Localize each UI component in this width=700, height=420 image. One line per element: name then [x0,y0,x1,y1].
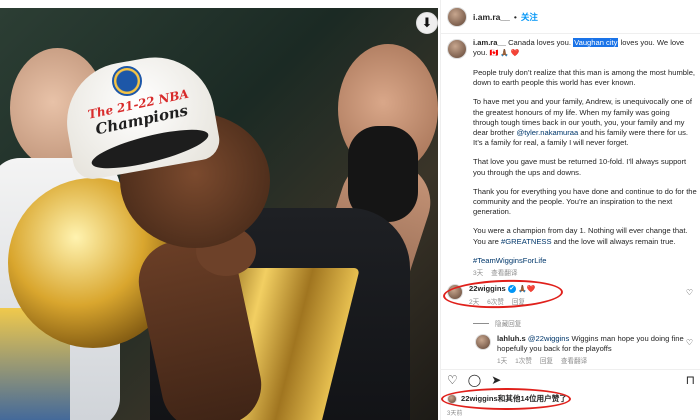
caption-avatar[interactable] [447,39,467,59]
reply-likes[interactable]: 1次赞 [515,358,532,365]
comment-like-heart-icon[interactable]: ♡ [686,288,693,297]
caption-paragraph-4: Thank you for everything you have done a… [473,186,697,217]
hashtag-greatness[interactable]: #GREATNESS [501,237,552,246]
caption-hashtag-paragraph: #TeamWigginsForLife [473,256,697,266]
caption-paragraph-2: To have met you and your family, Andrew,… [473,97,697,148]
hide-replies-toggle[interactable]: 隐藏回复 [473,318,521,328]
download-icon[interactable]: ⬇ [416,12,438,34]
photo-cap-logo [112,66,142,96]
post-header: i.am.ra__ • 关注 [441,0,700,34]
caption-text-start: Canada loves you. [508,38,571,47]
share-icon[interactable]: ➤ [491,374,501,386]
caption-paragraph-1: People truly don’t realize that this man… [473,68,696,88]
red-annotation-circle-likes [441,388,571,410]
reply-like-heart-icon[interactable]: ♡ [686,338,693,347]
instagram-post-window: The 21-22 NBA Champions ⬇ i.am.ra__ • 关注 … [0,0,700,420]
replies-divider [473,322,489,324]
mention-link[interactable]: @tyler.nakamuraa [517,128,579,137]
caption-first-line: i.am.ra__ Canada loves you. Vaughan city… [473,38,695,59]
bookmark-icon[interactable]: ⊓ [686,374,695,386]
photo-glove [348,126,418,222]
post-actions-bar: ♡ ◯ ➤ ⊓ [441,369,700,389]
caption-paragraph-5: You were a champion from day 1. Nothing … [473,226,697,246]
author-avatar[interactable] [447,6,467,27]
hide-replies-label: 隐藏回复 [495,321,522,328]
caption-paragraph-5-b: and the love will always remain true. [553,236,676,246]
heart-icon[interactable]: ♡ [447,374,458,386]
caption-meta: 3天 查看翻译 [473,269,697,279]
caption-highlighted-text: Vaughan city [573,38,619,47]
caption-emoji: 🇨🇦 🙏🏾 ❤️ [489,50,520,57]
caption-body: People truly don’t realize that this man… [473,68,697,279]
posted-ago: 3天前 [447,411,463,417]
reply-reply-link[interactable]: 回复 [540,358,553,365]
reply-meta: 1天 1次赞 回复 查看翻译 [497,357,697,367]
header-separator: • [513,11,517,22]
reply-translate-link[interactable]: 查看翻译 [561,358,587,365]
caption-head: i.am.ra__ Canada loves you. Vaughan city… [447,38,695,59]
reply-lahluh: lahluh.s @22wiggins Wiggins man hope you… [475,334,697,367]
post-side-panel: i.am.ra__ • 关注 i.am.ra__ Canada loves yo… [440,0,700,420]
follow-button[interactable]: 关注 [521,11,538,23]
caption-translate-link[interactable]: 查看翻译 [491,270,517,277]
author-username[interactable]: i.am.ra__ [473,12,510,22]
post-caption: i.am.ra__ Canada loves you. Vaughan city… [441,38,700,279]
reply-avatar[interactable] [475,334,491,350]
reply-body: lahluh.s @22wiggins Wiggins man hope you… [497,334,697,367]
reply-time: 1天 [497,358,508,365]
reply-mention[interactable]: @22wiggins [528,334,569,343]
comment-icon[interactable]: ◯ [468,374,481,386]
caption-username[interactable]: i.am.ra__ [473,38,506,47]
caption-paragraph-3: That love you gave must be returned 10-f… [473,157,687,177]
reply-username[interactable]: lahluh.s [497,334,526,343]
hashtag-teamwiggins[interactable]: #TeamWigginsForLife [473,256,546,265]
caption-time: 3天 [473,270,484,278]
post-photo: The 21-22 NBA Champions [0,8,438,420]
